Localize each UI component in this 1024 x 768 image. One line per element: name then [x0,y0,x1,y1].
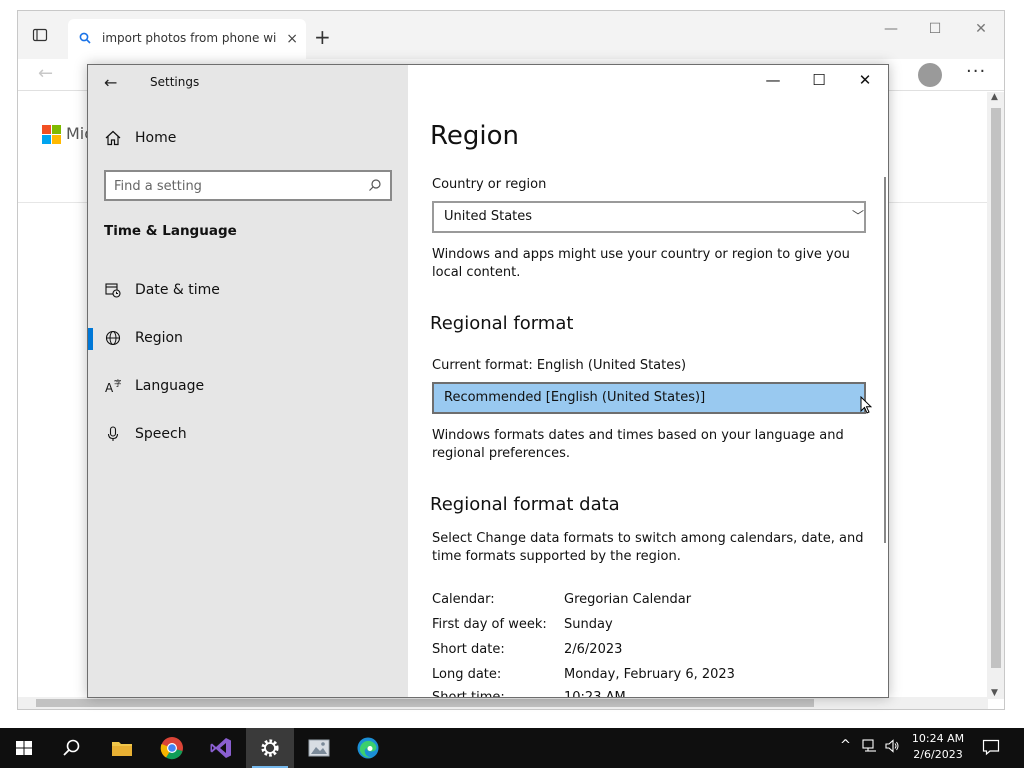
country-value: United States [444,209,533,224]
browser-horizontal-scrollbar[interactable] [18,697,988,709]
sidebar-item-label: Date & time [135,282,220,298]
settings-window-title: Settings [150,75,200,89]
photo-viewer-icon [308,739,330,757]
taskbar-visual-studio[interactable] [197,728,245,768]
mouse-cursor-icon [860,396,872,414]
profile-avatar[interactable] [918,63,942,87]
regional-format-dropdown[interactable]: Recommended [English (United States)] [432,382,866,414]
sidebar-item-speech[interactable]: Speech [88,413,408,457]
taskbar-search-button[interactable] [48,728,96,768]
country-description: Windows and apps might use your country … [432,247,850,280]
tab-actions-icon[interactable] [32,27,48,43]
format-data-key: Calendar: [432,592,495,607]
volume-icon[interactable] [884,738,900,754]
sidebar-item-label: Speech [135,426,187,442]
tab-close-icon[interactable]: × [286,31,298,47]
settings-sidebar: ← Settings Home Time & Language Date & [88,65,408,697]
start-button[interactable] [0,728,48,768]
scroll-up-icon[interactable]: ▲ [991,92,998,102]
settings-minimize-button[interactable]: — [753,71,793,91]
chevron-down-icon: ﹀ [851,209,864,223]
browser-maximize-button[interactable]: ☐ [920,21,950,45]
taskbar-clock[interactable]: 10:24 AM 2/6/2023 [902,731,974,763]
sidebar-item-home[interactable]: Home [104,127,394,151]
tray-overflow-chevron[interactable]: ^ [840,738,851,753]
sidebar-section-title: Time & Language [104,223,237,239]
windows-logo-icon [16,741,32,755]
settings-maximize-button[interactable]: ☐ [799,71,839,91]
browser-back-button[interactable]: ← [38,63,53,84]
home-icon [105,130,121,146]
format-data-key: Short date: [432,642,505,657]
settings-search-box[interactable] [104,170,392,201]
format-data-key: Short time: [432,690,505,698]
language-icon: A 字 [105,378,121,394]
content-scrollbar[interactable] [884,177,886,543]
calendar-clock-icon [105,283,121,298]
svg-text:字: 字 [114,378,121,388]
settings-content: — ☐ ✕ Region Country or region United St… [408,65,888,697]
network-icon[interactable] [862,738,878,754]
search-icon [79,32,91,44]
format-data-value: Gregorian Calendar [564,592,692,607]
taskbar-edge[interactable] [344,728,392,768]
browser-more-button[interactable]: ··· [966,61,986,82]
folder-icon [112,742,132,756]
new-tab-button[interactable]: + [314,25,331,49]
clock-time: 10:24 AM [911,732,965,745]
regional-format-value: Recommended [English (United States)] [444,390,706,405]
vertical-scroll-thumb[interactable] [991,108,1001,668]
globe-icon [105,330,121,346]
regional-format-data-description: Select Change data formats to switch amo… [432,531,864,564]
edge-icon [357,737,379,759]
format-data-key: First day of week: [432,617,547,632]
format-data-value: 10:23 AM [564,690,626,698]
microsoft-logo-icon [42,125,62,145]
clock-date: 2/6/2023 [913,748,963,761]
horizontal-scroll-thumb[interactable] [36,699,814,707]
sidebar-item-language[interactable]: A 字 Language [88,365,408,409]
regional-format-data-heading: Regional format data [430,494,620,515]
tab-title: import photos from phone wind [102,31,277,45]
country-dropdown[interactable]: United States ﹀ [432,201,866,233]
search-icon[interactable] [368,178,382,192]
country-label: Country or region [432,177,547,192]
sidebar-item-label: Language [135,378,205,394]
browser-tab-bar: import photos from phone wind × + — ☐ ✕ [18,11,1004,59]
format-data-value: 2/6/2023 [564,642,623,657]
page-title: Region [430,121,520,151]
taskbar-photo-app[interactable] [295,728,343,768]
taskbar-file-explorer[interactable] [98,728,146,768]
settings-close-button[interactable]: ✕ [845,71,885,91]
scroll-down-icon[interactable]: ▼ [991,688,998,698]
visual-studio-icon [210,738,231,758]
browser-tab[interactable]: import photos from phone wind × [68,19,306,59]
notification-icon[interactable] [982,738,1000,756]
taskbar-chrome[interactable] [148,728,196,768]
taskbar-settings[interactable] [246,728,294,768]
taskbar: ^ 10:24 AM 2/6/2023 [0,728,1024,768]
regional-format-heading: Regional format [430,313,574,334]
settings-back-button[interactable]: ← [104,73,128,93]
browser-minimize-button[interactable]: — [876,21,906,45]
current-format-label: Current format: English (United States) [432,358,687,373]
gear-icon [261,739,279,757]
find-setting-input[interactable] [114,175,354,197]
format-data-value: Monday, February 6, 2023 [564,667,735,682]
sidebar-item-region[interactable]: Region [88,317,408,361]
browser-vertical-scrollbar[interactable]: ▲ ▼ [987,92,1004,699]
format-data-key: Long date: [432,667,502,682]
svg-text:A: A [105,381,114,394]
sidebar-item-label: Region [135,330,183,346]
format-data-value: Sunday [564,617,613,632]
home-label: Home [135,130,177,146]
regional-format-description: Windows formats dates and times based on… [432,428,844,461]
search-icon [63,739,80,756]
browser-close-button[interactable]: ✕ [966,21,996,45]
microphone-icon [107,426,119,441]
chrome-icon [160,737,183,760]
active-indicator [88,328,93,350]
sidebar-item-date-time[interactable]: Date & time [88,269,408,313]
settings-window: ← Settings Home Time & Language Date & [87,64,889,698]
